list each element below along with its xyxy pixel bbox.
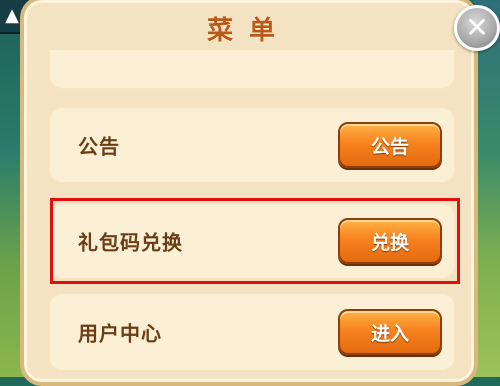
menu-title: 菜单 <box>206 16 291 46</box>
announcement-label: 公告 <box>78 134 120 159</box>
close-icon[interactable]: ✕ <box>454 5 500 51</box>
list-item-user-center: 用户中心 进入 <box>48 292 456 372</box>
close-icon-glyph: ✕ <box>465 11 489 44</box>
list-item-partial <box>48 50 456 90</box>
menu-list[interactable]: 公告 公告 礼包码兑换 兑换 用户中心 进入 <box>48 50 456 377</box>
home-icon-glyph: ▲ <box>5 4 19 26</box>
menu-header: 菜单 ✕ <box>24 0 500 51</box>
list-item-gift-code: 礼包码兑换 兑换 <box>48 202 456 280</box>
redeem-button[interactable]: 兑换 <box>338 218 442 264</box>
list-item-announcement: 公告 公告 <box>48 106 456 184</box>
user-center-label: 用户中心 <box>78 321 162 346</box>
gift-code-label: 礼包码兑换 <box>78 230 183 255</box>
announcement-button[interactable]: 公告 <box>338 122 442 168</box>
enter-button[interactable]: 进入 <box>338 309 442 355</box>
